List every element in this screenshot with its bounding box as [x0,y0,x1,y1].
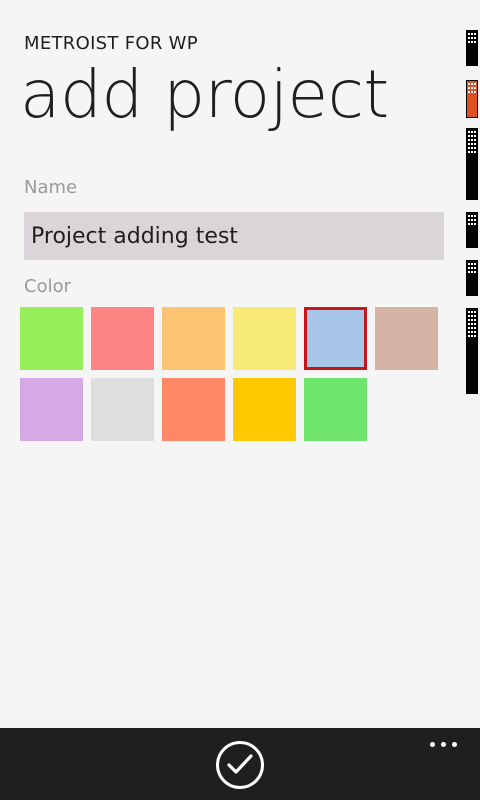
ellipsis-icon [441,742,446,747]
page-title: add project [20,56,389,133]
color-swatch[interactable] [20,378,83,441]
network-icon [466,128,478,200]
check-icon [227,754,253,774]
signal-icon [466,30,478,66]
wifi-icon [466,212,478,248]
color-swatch[interactable] [304,307,367,370]
app-bar [0,728,480,800]
color-swatch[interactable] [162,307,225,370]
color-swatch[interactable] [162,378,225,441]
name-label: Name [24,177,78,198]
clock-icon [466,308,478,394]
color-label: Color [24,276,71,297]
color-swatch[interactable] [375,307,438,370]
color-swatch[interactable] [20,307,83,370]
notification-icon [466,80,478,118]
color-swatch[interactable] [304,378,367,441]
app-title: METROIST FOR WP [24,33,198,54]
ellipsis-icon [430,742,435,747]
color-swatch[interactable] [91,378,154,441]
battery-icon [466,260,478,296]
color-swatch[interactable] [233,307,296,370]
screen: METROIST FOR WP add project Name Color [0,0,480,800]
project-name-input[interactable] [24,212,444,260]
color-swatch[interactable] [233,378,296,441]
accept-button[interactable] [216,741,264,789]
color-swatch[interactable] [91,307,154,370]
more-button[interactable] [424,734,464,758]
ellipsis-icon [452,742,457,747]
